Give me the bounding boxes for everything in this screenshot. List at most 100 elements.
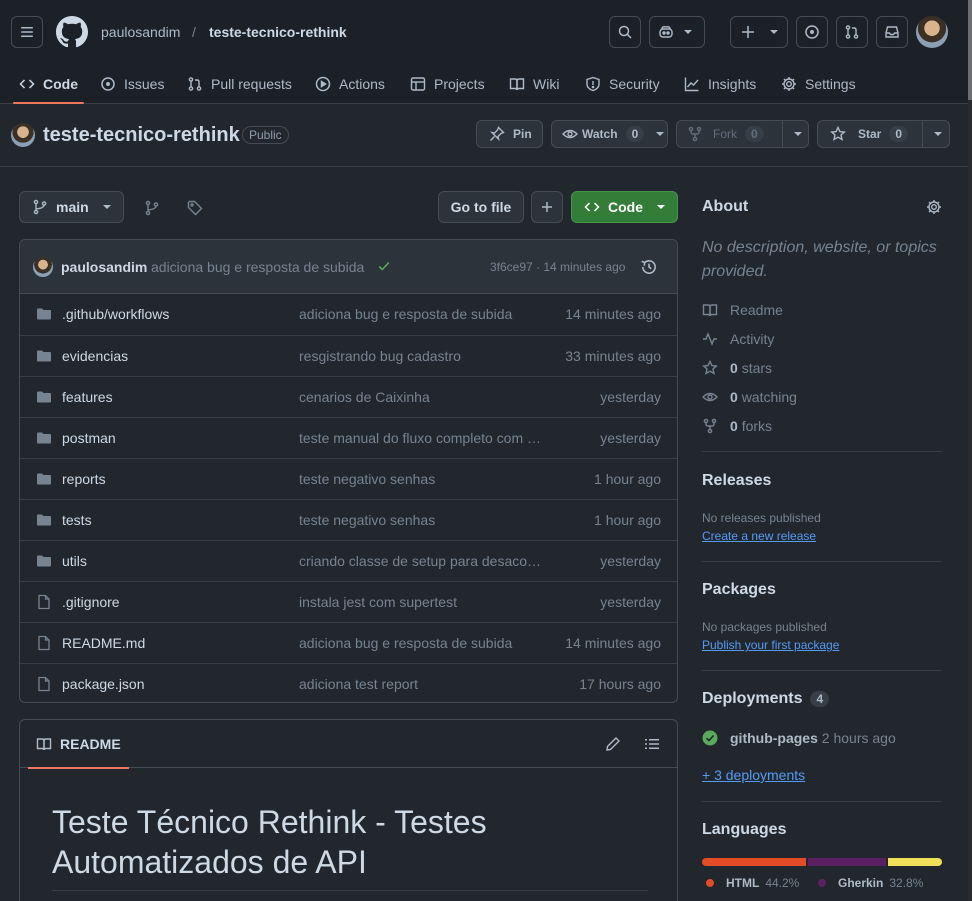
fork-icon [703,418,717,434]
add-file-button[interactable] [531,191,563,223]
inbox-button[interactable] [876,16,908,48]
deployments-heading[interactable]: Deployments [702,690,802,708]
file-name[interactable]: reports [62,471,106,487]
file-row[interactable]: package.json adiciona test report 17 hours… [20,663,677,702]
file-commit-message[interactable]: teste negativo senhas [299,512,544,528]
watch-button[interactable]: Watch 0 [551,120,668,148]
file-row[interactable]: .github/workflows adiciona bug e resposta… [20,294,677,335]
releases-section: Releases [702,472,942,490]
file-row[interactable]: .gitignore instala jest com supertest yest… [20,581,677,622]
file-name[interactable]: package.json [62,676,145,692]
stars-link[interactable]: 0 stars [702,360,772,376]
outline-list-icon[interactable] [644,736,660,752]
avatar[interactable] [916,16,948,48]
tab-pull-requests[interactable]: Pull requests [187,64,292,104]
tags-link[interactable] [187,199,203,216]
menu-button[interactable] [11,16,43,48]
code-button-label: Code [608,199,643,215]
star-button[interactable]: Star 0 [817,120,950,148]
releases-heading[interactable]: Releases [702,472,942,490]
deployment-item[interactable]: github-pages 2 hours ago [702,730,896,746]
file-name[interactable]: utils [62,553,87,569]
breadcrumb-repo[interactable]: teste-tecnico-rethink [209,24,347,40]
issues-button[interactable] [796,16,828,48]
tab-actions[interactable]: Actions [315,64,385,104]
create-new-button[interactable] [730,16,788,48]
more-deployments-link[interactable]: + 3 deployments [702,767,805,783]
go-to-file-button[interactable]: Go to file [438,191,524,223]
branch-selector[interactable]: main [19,191,124,223]
file-commit-message[interactable]: resgistrando bug cadastro [299,348,544,364]
file-row[interactable]: README.md adiciona bug e resposta de subi… [20,622,677,663]
file-name[interactable]: .gitignore [62,594,120,610]
github-logo-icon[interactable] [56,16,88,48]
file-commit-date: 17 hours ago [579,676,661,692]
file-row[interactable]: utils criando classe de setup para desaco… [20,540,677,581]
publish-package-link[interactable]: Publish your first package [702,638,839,652]
gear-icon[interactable] [926,199,942,215]
readme-tab[interactable]: README [28,720,129,769]
file-commit-message[interactable]: criando classe de setup para desacop… [299,553,544,569]
pencil-icon[interactable] [605,736,621,752]
commit-author-avatar[interactable] [33,257,53,277]
tab-issues[interactable]: Issues [100,64,164,104]
language-name: Gherkin [838,876,884,890]
file-row[interactable]: postman teste manual do fluxo completo co… [20,417,677,458]
language-color-dot [818,879,826,887]
file-commit-date: 1 hour ago [594,471,661,487]
commit-sha-time[interactable]: 3f6ce97 · 14 minutes ago [490,260,625,274]
file-list: .github/workflows adiciona bug e resposta… [20,294,677,702]
history-icon[interactable] [640,258,658,276]
scrollbar-thumb[interactable] [968,0,972,100]
file-commit-message[interactable]: teste negativo senhas [299,471,544,487]
language-item[interactable]: Gherkin 32.8% [818,876,923,890]
file-name[interactable]: .github/workflows [62,306,169,322]
tab-security[interactable]: Security [585,64,660,104]
commit-author[interactable]: paulosandim [61,259,147,275]
watching-link[interactable]: 0 watching [702,389,797,405]
breadcrumb-owner[interactable]: paulosandim [101,24,180,40]
tab-label: Settings [805,76,856,92]
tab-settings[interactable]: Settings [781,64,856,104]
file-row[interactable]: reports teste negativo senhas 1 hour ago [20,458,677,499]
plus-icon [542,202,552,212]
packages-heading[interactable]: Packages [702,581,942,599]
copilot-button[interactable] [649,16,705,48]
file-commit-message[interactable]: teste manual do fluxo completo com … [299,430,544,446]
tab-insights[interactable]: Insights [684,64,756,104]
file-commit-message[interactable]: cenarios de Caixinha [299,389,544,405]
repo-name[interactable]: teste-tecnico-rethink [43,124,240,147]
activity-link[interactable]: Activity [702,331,774,347]
file-name[interactable]: tests [62,512,92,528]
file-row[interactable]: tests teste negativo senhas 1 hour ago [20,499,677,540]
branches-link[interactable] [144,199,160,216]
tab-projects[interactable]: Projects [410,64,485,104]
language-item[interactable]: HTML 44.2% [706,876,799,890]
file-commit-message[interactable]: instala jest com supertest [299,594,544,610]
code-button[interactable]: Code [571,191,678,223]
file-name[interactable]: evidencias [62,348,128,364]
file-commit-message[interactable]: adiciona bug e resposta de subida [299,306,544,322]
tab-code[interactable]: Code [13,64,84,104]
tab-wiki[interactable]: Wiki [509,64,559,104]
pull-requests-button[interactable] [836,16,868,48]
file-row[interactable]: evidencias resgistrando bug cadastro 33 mi… [20,335,677,376]
readme-panel: README Teste Técnico Rethink - Testes Au… [19,719,678,901]
pin-button[interactable]: Pin [476,120,543,148]
file-commit-message[interactable]: adiciona bug e resposta de subida [299,635,544,651]
file-name[interactable]: postman [62,430,116,446]
language-percent: 44.2% [765,876,800,890]
divider [702,451,942,452]
create-release-link[interactable]: Create a new release [702,529,816,543]
fork-button[interactable]: Fork 0 [676,120,809,148]
readme-link[interactable]: Readme [702,302,783,318]
forks-link[interactable]: 0 forks [702,418,772,434]
file-commit-date: 14 minutes ago [565,306,661,322]
commit-message[interactable]: adiciona bug e resposta de subida [151,259,364,275]
search-button[interactable] [609,16,641,48]
file-name[interactable]: features [62,389,113,405]
file-row[interactable]: features cenarios de Caixinha yesterday [20,376,677,417]
scrollbar-track[interactable] [968,0,972,901]
file-commit-message[interactable]: adiciona test report [299,676,544,692]
file-name[interactable]: README.md [62,635,145,651]
